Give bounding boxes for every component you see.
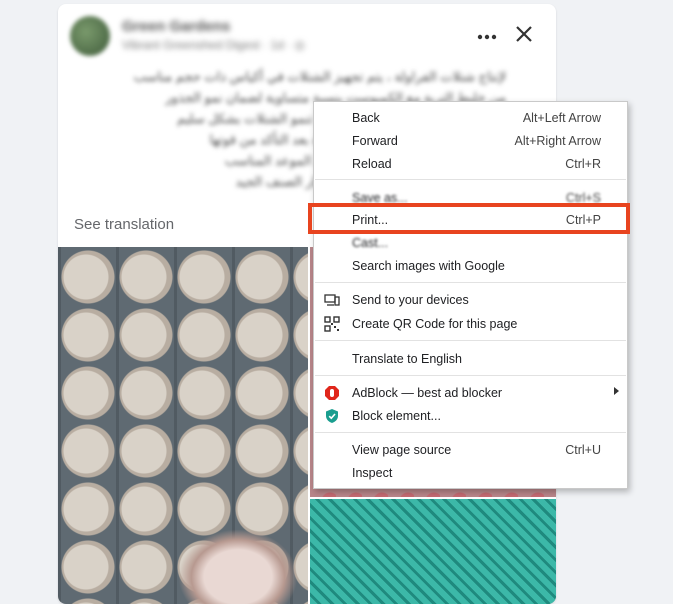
menu-item-reload[interactable]: Reload Ctrl+R bbox=[314, 153, 627, 175]
menu-item-inspect[interactable]: Inspect bbox=[314, 462, 627, 484]
menu-item-label: View page source bbox=[352, 443, 452, 457]
menu-item-shortcut: Ctrl+U bbox=[565, 443, 601, 457]
menu-item-block-element[interactable]: Block element... bbox=[314, 405, 627, 427]
menu-item-label: Back bbox=[352, 111, 380, 125]
print-highlight-box bbox=[308, 203, 630, 234]
post-body-line: لإنتاج شتلات الفراولة ، يتم تجهيز الشتلا… bbox=[133, 69, 506, 84]
close-icon bbox=[516, 26, 532, 42]
adblock-icon bbox=[324, 385, 340, 401]
menu-separator bbox=[315, 340, 626, 341]
menu-item-label: AdBlock — best ad blocker bbox=[352, 386, 503, 400]
qr-code-icon bbox=[324, 316, 340, 332]
post-meta: Vibrant Greenshed Digest · 1d · ◎ bbox=[122, 38, 306, 52]
send-to-devices-icon bbox=[324, 292, 340, 308]
menu-item-label: Search images with Google bbox=[352, 259, 505, 273]
menu-item-label: Forward bbox=[352, 134, 398, 148]
crate-photo[interactable] bbox=[310, 499, 556, 604]
menu-item-label: Reload bbox=[352, 157, 392, 171]
menu-item-label: Cast... bbox=[352, 236, 389, 250]
menu-item-view-source[interactable]: View page source Ctrl+U bbox=[314, 439, 627, 461]
context-menu: Back Alt+Left Arrow Forward Alt+Right Ar… bbox=[313, 101, 628, 489]
menu-item-label: Send to your devices bbox=[352, 293, 469, 307]
post-header: Green Gardens Vibrant Greenshed Digest ·… bbox=[58, 4, 556, 64]
menu-separator bbox=[315, 282, 626, 283]
menu-item-label: Create QR Code for this page bbox=[352, 317, 518, 331]
menu-item-adblock[interactable]: AdBlock — best ad blocker bbox=[314, 382, 627, 404]
see-translation-link[interactable]: See translation bbox=[74, 216, 174, 233]
close-button[interactable] bbox=[508, 18, 540, 50]
menu-separator bbox=[315, 432, 626, 433]
more-horizontal-icon bbox=[477, 34, 497, 40]
menu-item-shortcut: Ctrl+R bbox=[565, 157, 601, 171]
menu-item-translate[interactable]: Translate to English bbox=[314, 348, 627, 370]
menu-item-cast[interactable]: Cast... bbox=[314, 232, 627, 254]
menu-item-forward[interactable]: Forward Alt+Right Arrow bbox=[314, 130, 627, 152]
hen-in-crate bbox=[178, 529, 298, 604]
submenu-arrow-icon bbox=[614, 387, 619, 395]
menu-item-label: Translate to English bbox=[352, 352, 463, 366]
menu-item-shortcut: Alt+Right Arrow bbox=[514, 134, 602, 148]
menu-item-shortcut: Alt+Left Arrow bbox=[522, 111, 601, 125]
more-options-button[interactable] bbox=[472, 22, 502, 52]
avatar[interactable] bbox=[70, 16, 110, 56]
menu-item-label: Block element... bbox=[352, 409, 441, 423]
menu-separator bbox=[315, 375, 626, 376]
menu-item-back[interactable]: Back Alt+Left Arrow bbox=[314, 107, 627, 129]
menu-item-search-images[interactable]: Search images with Google bbox=[314, 255, 627, 277]
menu-item-create-qr[interactable]: Create QR Code for this page bbox=[314, 313, 627, 335]
menu-separator bbox=[315, 179, 626, 180]
author-name[interactable]: Green Gardens bbox=[122, 18, 230, 35]
shield-icon bbox=[324, 408, 340, 424]
menu-item-send-to-devices[interactable]: Send to your devices bbox=[314, 289, 627, 311]
menu-item-label: Inspect bbox=[352, 466, 393, 480]
